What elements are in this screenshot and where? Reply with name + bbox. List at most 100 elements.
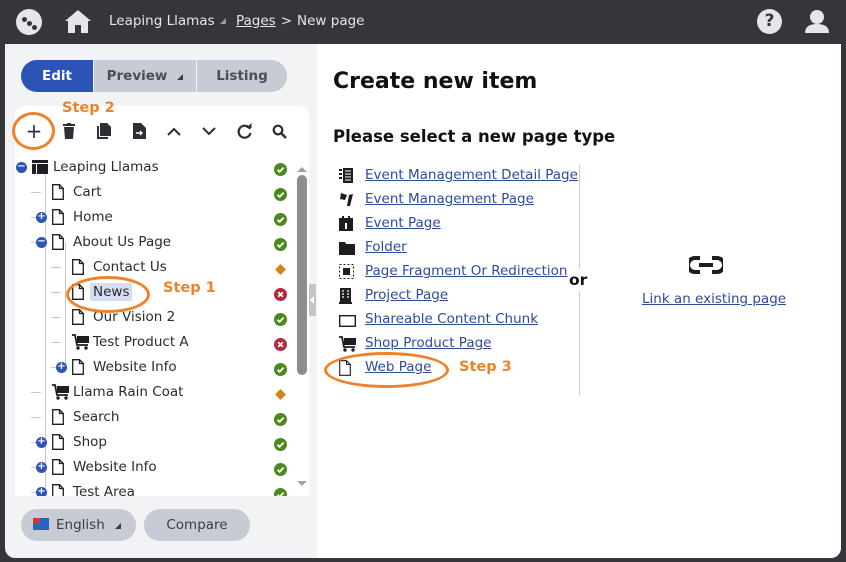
tree-item-label[interactable]: Website Info: [90, 358, 180, 376]
compare-button[interactable]: Compare: [144, 509, 250, 541]
top-bar: Leaping Llamas Pages > New page ?: [0, 0, 846, 44]
page-icon: [72, 309, 88, 326]
move-up-icon[interactable]: [163, 120, 185, 142]
collapse-arrow-icon: [310, 296, 314, 304]
collapse-icon[interactable]: −: [16, 162, 27, 173]
page-type-link[interactable]: Project Page: [365, 287, 448, 303]
tree-item[interactable]: Cart: [15, 180, 301, 205]
expand-icon[interactable]: +: [36, 437, 47, 448]
tree-guide-line: [51, 317, 61, 318]
edit-mode-button[interactable]: Edit: [21, 60, 93, 92]
tree-item[interactable]: Test Product A: [15, 330, 301, 355]
tree-item[interactable]: − About Us Page: [15, 230, 301, 255]
delete-icon[interactable]: [58, 120, 80, 142]
page-type-link[interactable]: Event Management Detail Page: [365, 167, 578, 183]
australia-flag-icon: [33, 518, 49, 530]
link-existing-page-link[interactable]: Link an existing page: [642, 291, 786, 307]
tree-item-label[interactable]: Test Area: [70, 483, 138, 496]
tree-item[interactable]: − Leaping Llamas: [15, 155, 301, 180]
tree-item[interactable]: + Test Area: [15, 480, 301, 496]
tree-item[interactable]: Contact Us: [15, 255, 301, 280]
dropdown-arrow-icon: [177, 74, 184, 80]
tree-item[interactable]: Search: [15, 405, 301, 430]
tree-item-label[interactable]: Contact Us: [90, 258, 170, 276]
page-type-item: Event Management Detail Page: [339, 165, 579, 189]
page-type-item: Event Page: [339, 213, 579, 237]
expand-icon[interactable]: +: [36, 487, 47, 496]
tree-item-label[interactable]: About Us Page: [70, 233, 174, 251]
breadcrumb-pages-link[interactable]: Pages: [236, 13, 276, 29]
tree-item[interactable]: News: [15, 280, 301, 305]
published-status-icon: [274, 161, 287, 176]
calendar-icon: [339, 216, 355, 231]
page-type-link[interactable]: Shareable Content Chunk: [365, 311, 538, 327]
tree-item[interactable]: Llama Rain Coat: [15, 380, 301, 405]
tree-item-label[interactable]: Search: [70, 408, 122, 426]
panel-collapse-handle[interactable]: [309, 284, 316, 316]
collapse-icon[interactable]: −: [36, 237, 47, 248]
page-type-link[interactable]: Web Page: [365, 359, 431, 375]
page-type-link[interactable]: Event Page: [365, 215, 441, 231]
tree-item-label[interactable]: Shop: [70, 433, 110, 451]
page-icon: [72, 259, 88, 276]
unpublished-status-icon: [274, 336, 287, 351]
create-item-panel: Create new item Please select a new page…: [317, 44, 841, 558]
page-icon: [52, 459, 68, 476]
site-icon: [32, 159, 48, 176]
scroll-thumb[interactable]: [297, 175, 307, 375]
tree-scrollbar[interactable]: [297, 164, 307, 494]
tree-item-label[interactable]: News: [90, 283, 133, 301]
mode-switcher: Edit Preview Listing: [21, 60, 287, 92]
tree-item-label[interactable]: Website Info: [70, 458, 160, 476]
link-icon: [689, 256, 723, 274]
scroll-up-icon[interactable]: [297, 167, 307, 172]
language-selector[interactable]: English: [21, 509, 136, 541]
page-type-item: Web Page: [339, 357, 579, 381]
copy-icon[interactable]: [93, 120, 115, 142]
cart-icon: [72, 334, 89, 351]
expand-icon[interactable]: +: [56, 362, 67, 373]
listing-mode-button[interactable]: Listing: [197, 60, 287, 92]
page-type-link[interactable]: Page Fragment Or Redirection: [365, 263, 567, 279]
site-selector[interactable]: Leaping Llamas: [109, 13, 226, 29]
tree-guide-line: [31, 417, 41, 418]
page-type-link[interactable]: Event Management Page: [365, 191, 534, 207]
home-icon[interactable]: [64, 8, 92, 34]
tree-item-label[interactable]: Our Vision 2: [90, 308, 178, 326]
scroll-down-icon[interactable]: [297, 481, 307, 486]
tree-item[interactable]: + Website Info: [15, 455, 301, 480]
page-type-link[interactable]: Folder: [365, 239, 407, 255]
help-icon[interactable]: ?: [757, 9, 782, 34]
page-type-link[interactable]: Shop Product Page: [365, 335, 491, 351]
tree-guide-line: [31, 392, 41, 393]
tree-item[interactable]: + Home: [15, 205, 301, 230]
dropdown-arrow-icon: [114, 523, 121, 529]
language-label: English: [56, 517, 105, 533]
tree-guide-line: [51, 342, 61, 343]
page-icon: [72, 359, 88, 376]
search-icon[interactable]: [268, 120, 290, 142]
user-icon[interactable]: [804, 8, 830, 34]
move-down-icon[interactable]: [198, 120, 220, 142]
add-icon[interactable]: +: [23, 119, 45, 143]
preview-mode-button[interactable]: Preview: [94, 60, 196, 92]
tree-item-label[interactable]: Llama Rain Coat: [70, 383, 186, 401]
refresh-icon[interactable]: [233, 120, 255, 142]
tree-guide-line: [51, 292, 61, 293]
tree-item-label[interactable]: Leaping Llamas: [50, 158, 162, 176]
page-icon: [52, 409, 68, 426]
unpublished-status-icon: [274, 286, 287, 301]
expand-icon[interactable]: +: [36, 212, 47, 223]
tree-item-label[interactable]: Test Product A: [90, 333, 192, 351]
tree-item-label[interactable]: Home: [70, 208, 116, 226]
tree-item[interactable]: + Shop: [15, 430, 301, 455]
page-title: Create new item: [333, 69, 538, 94]
or-label: or: [569, 269, 588, 291]
building-icon: [339, 288, 355, 304]
tree-item[interactable]: Our Vision 2: [15, 305, 301, 330]
tree-item[interactable]: + Website Info: [15, 355, 301, 380]
expand-icon[interactable]: +: [36, 462, 47, 473]
app-logo-icon[interactable]: [16, 9, 42, 35]
tree-item-label[interactable]: Cart: [70, 183, 105, 201]
move-icon[interactable]: [128, 120, 150, 142]
